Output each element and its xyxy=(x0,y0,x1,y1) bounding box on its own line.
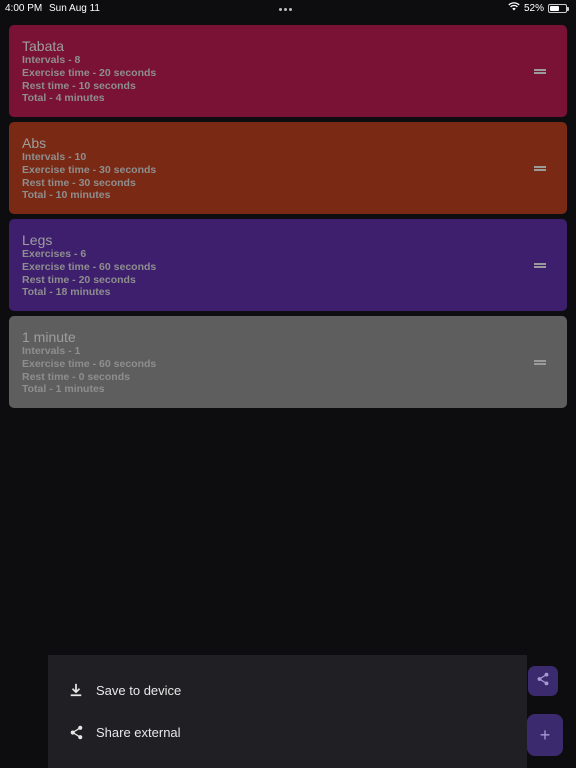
workout-card[interactable]: Legs Exercises - 6 Exercise time - 60 se… xyxy=(9,219,567,311)
workout-detail: Rest time - 0 seconds xyxy=(22,370,130,383)
workout-detail: Rest time - 10 seconds xyxy=(22,79,136,92)
battery-percent: 52% xyxy=(523,2,544,14)
share-fab-button[interactable] xyxy=(528,666,558,696)
workout-title: Abs xyxy=(22,135,47,151)
workout-detail: Exercise time - 20 seconds xyxy=(22,66,157,79)
share-external-label: Share external xyxy=(96,724,181,740)
share-external-option[interactable]: Share external xyxy=(68,720,181,744)
workout-detail: Exercise time - 30 seconds xyxy=(22,163,157,176)
status-indicators: 52% xyxy=(508,2,569,14)
workout-detail: Intervals - 8 xyxy=(22,54,81,66)
workout-card[interactable]: 1 minute Intervals - 1 Exercise time - 6… xyxy=(9,316,567,408)
plus-icon: + xyxy=(539,724,551,745)
workout-detail: Exercise time - 60 seconds xyxy=(22,260,157,273)
workout-detail: Total - 4 minutes xyxy=(22,92,105,105)
multitasking-dots-icon[interactable] xyxy=(279,8,292,11)
download-icon xyxy=(68,682,84,698)
workout-detail: Exercise time - 60 seconds xyxy=(22,357,157,370)
workout-detail: Total - 18 minutes xyxy=(22,286,111,299)
drag-handle-icon[interactable] xyxy=(534,263,546,268)
drag-handle-icon[interactable] xyxy=(534,166,546,171)
workout-title: Tabata xyxy=(22,38,65,54)
wifi-icon xyxy=(508,2,520,14)
status-date: Sun Aug 11 xyxy=(49,3,100,14)
workout-title: Legs xyxy=(22,232,53,248)
workout-detail: Total - 10 minutes xyxy=(22,189,111,202)
share-icon xyxy=(536,672,550,691)
workout-detail: Intervals - 1 xyxy=(22,345,81,357)
workout-detail: Intervals - 10 xyxy=(22,151,87,163)
workout-detail: Total - 1 minutes xyxy=(22,383,105,396)
add-workout-button[interactable]: + xyxy=(527,714,563,756)
workout-title: 1 minute xyxy=(22,329,76,345)
share-bottom-sheet: Save to device Share external xyxy=(48,655,527,768)
workout-card[interactable]: Abs Intervals - 10 Exercise time - 30 se… xyxy=(9,122,567,214)
share-icon xyxy=(68,724,84,740)
drag-handle-icon[interactable] xyxy=(534,69,546,74)
workout-detail: Exercises - 6 xyxy=(22,248,87,260)
battery-fill xyxy=(550,5,559,11)
drag-handle-icon[interactable] xyxy=(534,360,546,365)
save-to-device-option[interactable]: Save to device xyxy=(68,678,181,702)
status-bar: 4:00 PM Sun Aug 11 52% xyxy=(0,0,576,18)
app-screen: 4:00 PM Sun Aug 11 52% Tabata Intervals … xyxy=(0,0,576,768)
workout-card[interactable]: Tabata Intervals - 8 Exercise time - 20 … xyxy=(9,25,567,117)
workout-detail: Rest time - 30 seconds xyxy=(22,176,136,189)
save-to-device-label: Save to device xyxy=(96,682,182,698)
workout-detail: Rest time - 20 seconds xyxy=(22,273,136,286)
battery-icon xyxy=(548,3,569,13)
status-time: 4:00 PM xyxy=(5,3,43,14)
